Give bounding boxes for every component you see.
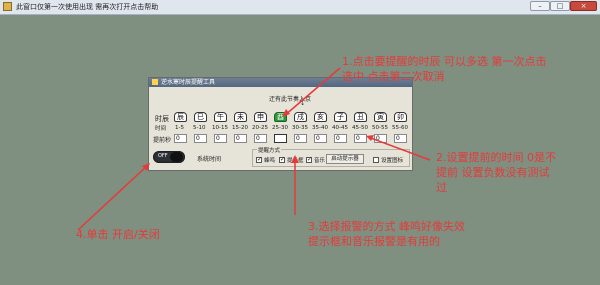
hour-range: 50-55 [372, 125, 388, 131]
advance-input-chen[interactable]: 0 [174, 134, 187, 143]
music-label: 音乐 [314, 158, 326, 164]
hour-range: 45-50 [352, 125, 368, 131]
hour-button-hai[interactable]: 亥 [314, 112, 327, 122]
dialog-icon [152, 79, 158, 85]
power-toggle[interactable]: OFF [153, 151, 185, 163]
start-reminder-button[interactable]: 启动提示器 [326, 154, 364, 164]
beep-label: 蜂鸣 [264, 158, 276, 164]
hour-range: 15-20 [232, 125, 248, 131]
hour-range: 30-35 [292, 125, 308, 131]
advance-input-hai[interactable]: 0 [314, 134, 327, 143]
app-window: 此窗口仅第一次使用出现 需再次打开点击帮助 – □ × 逆水寒时辰提醒工具 迂有… [0, 0, 600, 285]
app-icon [3, 2, 12, 11]
advance-row-label: 提前秒 [153, 137, 172, 144]
title-bar[interactable]: 此窗口仅第一次使用出现 需再次打开点击帮助 – □ × [0, 0, 600, 15]
annotation-step3: 3.选择报警的方式 峰鸣好像失效 提示框和音乐报警是有用的 [308, 219, 465, 249]
advance-input-si[interactable]: 0 [194, 134, 207, 143]
minimize-button[interactable]: – [530, 1, 550, 11]
beep-checkbox[interactable]: ✓ 蜂鸣 [256, 156, 275, 164]
popup-label: 提示框 [287, 158, 304, 164]
hour-button-xu[interactable]: 戌 [294, 112, 307, 122]
hour-button-mao[interactable]: 卯 [394, 112, 407, 122]
time-row-label: 时间 [155, 126, 167, 132]
advance-input-you[interactable] [274, 134, 287, 143]
arrow-4 [77, 164, 149, 231]
maximize-button[interactable]: □ [550, 1, 570, 11]
checkbox-checked-icon: ✓ [279, 156, 286, 163]
annotation-step1-line1: 1.点击要提醒的时辰 可以多选 第一次点击 [342, 55, 547, 68]
hour-range: 40-45 [332, 125, 348, 131]
advance-input-mao[interactable]: 0 [394, 134, 407, 143]
reminder-method-title: 提醒方式 [257, 146, 282, 154]
hour-button-wu[interactable]: 午 [214, 112, 227, 122]
hour-range: 5-10 [193, 125, 206, 131]
hour-range: 55-60 [392, 125, 408, 131]
checkbox-unchecked-icon [373, 157, 379, 163]
system-time-label: 系统时间 [197, 156, 222, 163]
advance-input-xu[interactable]: 0 [294, 134, 307, 143]
annotation-step2: 2.设置提前的时间 0是不 提前 设置负数没有测试 过 [436, 150, 556, 195]
hour-range: 10-15 [212, 125, 228, 131]
annotation-step4-line1: 4.单击 开启/关闭 [76, 228, 160, 241]
dialog-title: 逆水寒时辰提醒工具 [161, 79, 216, 86]
advance-input-yin[interactable]: 0 [374, 134, 387, 143]
annotation-step2-line3: 过 [436, 181, 447, 194]
toggle-knob [170, 152, 183, 162]
hour-range: 20-25 [252, 125, 268, 131]
checkbox-checked-icon: ✓ [306, 156, 313, 163]
annotation-step4: 4.单击 开启/关闭 [76, 227, 160, 242]
window-title: 此窗口仅第一次使用出现 需再次打开点击帮助 [16, 3, 159, 11]
set-icon-label: 设置图标 [381, 158, 404, 164]
close-button[interactable]: × [570, 1, 597, 11]
hour-button-shen[interactable]: 申 [254, 112, 267, 122]
hour-button-zi[interactable]: 子 [334, 112, 347, 122]
annotation-step3-line1: 3.选择报警的方式 峰鸣好像失效 [308, 220, 465, 233]
popup-checkbox[interactable]: ✓ 提示框 [279, 156, 304, 164]
advance-input-wei[interactable]: 0 [234, 134, 247, 143]
hour-button-yin[interactable]: 寅 [374, 112, 387, 122]
shichen-row-label: 时辰 [155, 115, 169, 123]
advance-input-shen[interactable]: 0 [254, 134, 267, 143]
hour-button-si[interactable]: 巳 [194, 112, 207, 122]
hint-arrow-icon: ↓ [300, 100, 306, 107]
annotation-step3-line2: 提示框和音乐报警是有用的 [308, 235, 440, 248]
reminder-dialog: 逆水寒时辰提醒工具 迂有此节奏入京 ↓ 时辰 时间 提前秒 辰 巳 午 未 申 … [148, 77, 413, 171]
hour-button-you[interactable]: 酉 [274, 112, 287, 122]
hour-range: 35-40 [312, 125, 328, 131]
music-checkbox[interactable]: ✓ 音乐 [306, 156, 325, 164]
hour-range: 1-5 [175, 125, 184, 131]
annotation-step2-line2: 提前 设置负数没有测试 [436, 166, 550, 179]
hour-button-wei[interactable]: 未 [234, 112, 247, 122]
advance-input-zi[interactable]: 0 [334, 134, 347, 143]
annotation-step1: 1.点击要提醒的时辰 可以多选 第一次点击 选中 点击第二次取消 [342, 54, 547, 84]
advance-input-chou[interactable]: 0 [354, 134, 367, 143]
toggle-state-text: OFF [158, 153, 168, 159]
hour-button-chen[interactable]: 辰 [174, 112, 187, 122]
advance-input-wu[interactable]: 0 [214, 134, 227, 143]
annotation-step2-line1: 2.设置提前的时间 0是不 [436, 151, 556, 164]
checkbox-checked-icon: ✓ [256, 156, 263, 163]
set-icon-checkbox[interactable]: 设置图标 [373, 156, 403, 164]
hour-button-chou[interactable]: 丑 [354, 112, 367, 122]
annotation-step1-line2: 选中 点击第二次取消 [342, 70, 445, 83]
hour-range: 25-30 [272, 125, 288, 131]
